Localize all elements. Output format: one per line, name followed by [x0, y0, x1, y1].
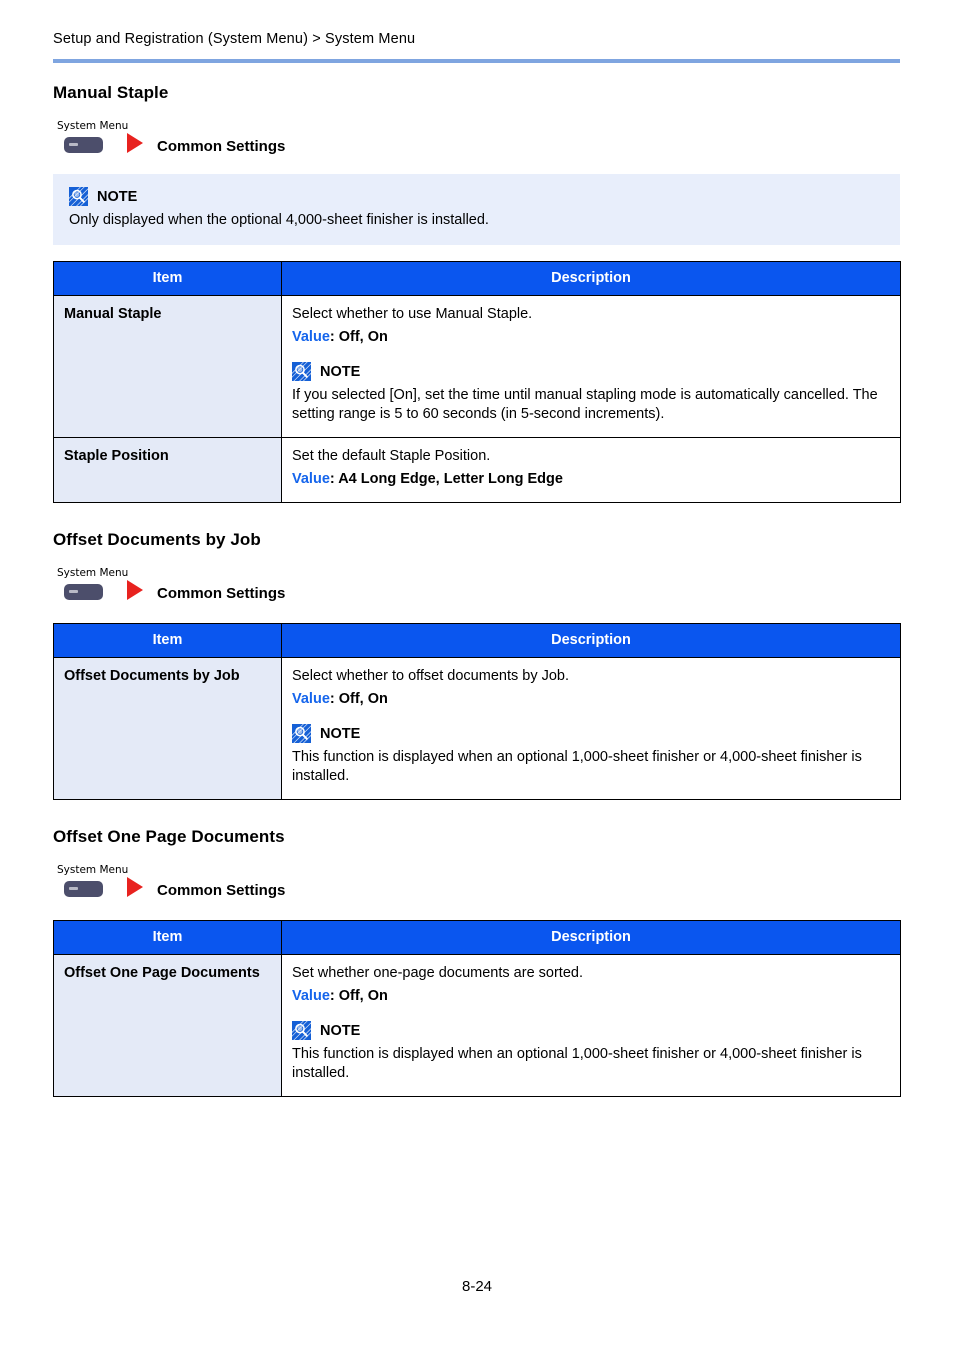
navigation-path-offset-documents-by-job: System Menu Common Settings — [53, 563, 900, 607]
section-title: Manual Staple — [53, 83, 169, 102]
inner-note: NOTE This function is displayed when an … — [292, 1021, 888, 1083]
note-magnifier-icon — [292, 724, 311, 743]
system-menu-key-body — [64, 881, 103, 897]
column-header-description: Description — [281, 261, 901, 296]
column-header-description: Description — [281, 623, 901, 658]
table-row: Offset One Page Documents Set whether on… — [53, 954, 901, 1097]
value-options: : Off, On — [329, 988, 388, 1004]
value-key-label: Value — [292, 471, 330, 487]
table-row: Manual Staple Select whether to use Manu… — [53, 295, 901, 438]
note-magnifier-icon — [292, 362, 311, 381]
value-line: Value: A4 Long Edge, Letter Long Edge — [292, 470, 888, 489]
section-title: Offset Documents by Job — [53, 530, 261, 549]
note-label: NOTE — [320, 725, 361, 742]
note-label: NOTE — [97, 188, 138, 205]
value-line: Value: Off, On — [292, 987, 888, 1006]
system-menu-key-label: System Menu — [57, 567, 129, 579]
manual-page: Setup and Registration (System Menu) > S… — [0, 0, 954, 1350]
breadcrumb: Setup and Registration (System Menu) > S… — [53, 31, 416, 47]
cell-description: Set whether one-page documents are sorte… — [281, 954, 901, 1097]
table-row: Staple Position Set the default Staple P… — [53, 437, 901, 503]
note-text: This function is displayed when an optio… — [292, 749, 862, 784]
system-menu-key-icon[interactable]: System Menu — [53, 864, 129, 904]
nav-target-label: Common Settings — [157, 882, 286, 899]
cell-description: Set the default Staple Position. Value: … — [281, 437, 901, 503]
nav-target-label: Common Settings — [157, 138, 286, 155]
page-number: 8-24 — [461, 1278, 493, 1295]
navigation-path-manual-staple: System Menu Common Settings — [53, 116, 900, 160]
value-line: Value: Off, On — [292, 328, 888, 347]
note-header: NOTE — [292, 362, 888, 381]
inner-note: NOTE If you selected [On], set the time … — [292, 362, 888, 424]
note-callout: NOTE Only displayed when the optional 4,… — [53, 174, 900, 245]
note-magnifier-icon — [69, 187, 88, 206]
running-header: Setup and Registration (System Menu) > S… — [53, 30, 900, 48]
note-header: NOTE — [69, 187, 884, 206]
cell-item: Offset Documents by Job — [53, 657, 282, 800]
inner-note: NOTE This function is displayed when an … — [292, 724, 888, 786]
note-header: NOTE — [292, 724, 888, 743]
settings-table-offset-one-page-documents: Item Description Offset One Page Documen… — [53, 920, 901, 1097]
system-menu-key-label: System Menu — [57, 120, 129, 132]
column-header-item: Item — [53, 920, 282, 955]
right-arrow-icon — [127, 580, 143, 600]
note-magnifier-icon — [292, 1021, 311, 1040]
table-row: Offset Documents by Job Select whether t… — [53, 657, 901, 800]
system-menu-key-body — [64, 137, 103, 153]
settings-table-manual-staple: Item Description Manual Staple Select wh… — [53, 261, 901, 503]
value-key-label: Value — [292, 988, 330, 1004]
note-text: This function is displayed when an optio… — [292, 1046, 862, 1081]
table-header-row: Item Description — [53, 261, 901, 296]
table-header-row: Item Description — [53, 623, 901, 658]
column-header-description: Description — [281, 920, 901, 955]
cell-description: Select whether to use Manual Staple. Val… — [281, 295, 901, 438]
section-offset-one-page-documents: Offset One Page Documents System Menu Co… — [53, 826, 901, 1097]
note-text: If you selected [On], set the time until… — [292, 387, 878, 422]
cell-item: Staple Position — [53, 437, 282, 503]
section-title: Offset One Page Documents — [53, 827, 285, 846]
header-rule — [53, 59, 900, 63]
description-text: Select whether to offset documents by Jo… — [292, 668, 570, 684]
column-header-item: Item — [53, 623, 282, 658]
value-line: Value: Off, On — [292, 690, 888, 709]
system-menu-key-icon[interactable]: System Menu — [53, 567, 129, 607]
settings-table-offset-documents-by-job: Item Description Offset Documents by Job… — [53, 623, 901, 800]
description-text: Set whether one-page documents are sorte… — [292, 965, 583, 981]
page-content: Manual Staple System Menu Common Setting… — [53, 82, 901, 1097]
table-header-row: Item Description — [53, 920, 901, 955]
value-options: : A4 Long Edge, Letter Long Edge — [329, 471, 563, 487]
value-key-label: Value — [292, 691, 330, 707]
system-menu-key-label: System Menu — [57, 864, 129, 876]
cell-description: Select whether to offset documents by Jo… — [281, 657, 901, 800]
value-key-label: Value — [292, 329, 330, 345]
description-text: Set the default Staple Position. — [292, 448, 491, 464]
note-text: Only displayed when the optional 4,000-s… — [69, 212, 489, 228]
note-label: NOTE — [320, 363, 361, 380]
note-label: NOTE — [320, 1022, 361, 1039]
right-arrow-icon — [127, 877, 143, 897]
right-arrow-icon — [127, 133, 143, 153]
value-options: : Off, On — [329, 691, 388, 707]
note-header: NOTE — [292, 1021, 888, 1040]
system-menu-key-icon[interactable]: System Menu — [53, 120, 129, 160]
cell-item: Offset One Page Documents — [53, 954, 282, 1097]
value-options: : Off, On — [329, 329, 388, 345]
cell-item: Manual Staple — [53, 295, 282, 438]
description-text: Select whether to use Manual Staple. — [292, 306, 533, 322]
section-manual-staple: Manual Staple System Menu Common Setting… — [53, 82, 901, 503]
column-header-item: Item — [53, 261, 282, 296]
nav-target-label: Common Settings — [157, 585, 286, 602]
system-menu-key-body — [64, 584, 103, 600]
section-offset-documents-by-job: Offset Documents by Job System Menu Comm… — [53, 529, 901, 800]
navigation-path-offset-one-page-documents: System Menu Common Settings — [53, 860, 900, 904]
